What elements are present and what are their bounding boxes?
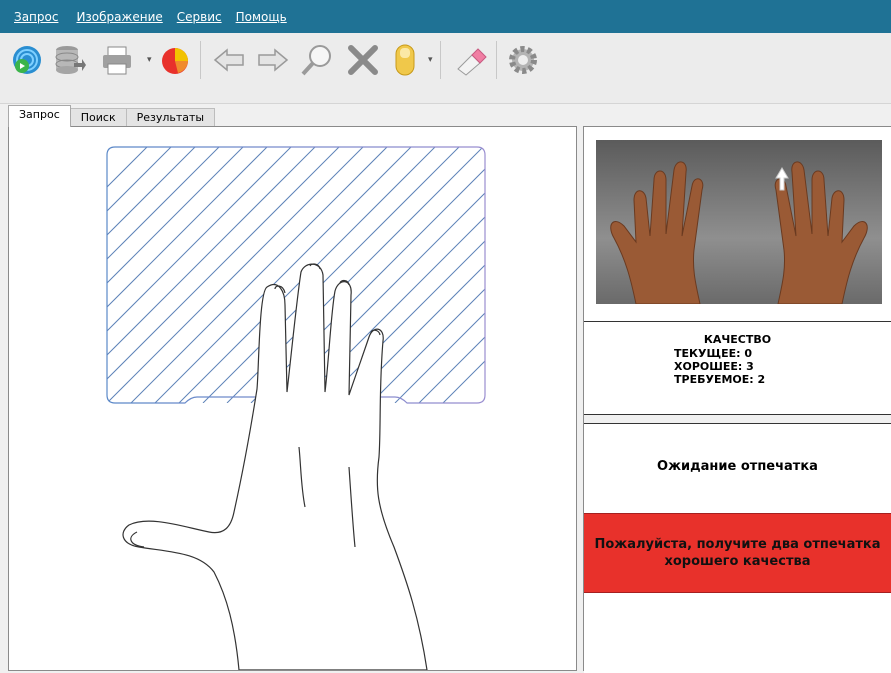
quality-current: ТЕКУЩЕЕ: 0 — [674, 347, 752, 360]
menu-service[interactable]: Сервис — [177, 10, 222, 24]
toolbar-separator — [496, 41, 497, 79]
arrow-right-icon[interactable] — [256, 43, 290, 77]
tab-search[interactable]: Поиск — [69, 108, 127, 127]
quality-required: ТРЕБУЕМОЕ: 2 — [674, 373, 766, 386]
tab-bar: Запрос Поиск Результаты — [8, 105, 216, 127]
eraser-icon[interactable] — [454, 43, 488, 77]
status-box: Ожидание отпечатка Пожалуйста, получите … — [584, 423, 891, 673]
finger-icon[interactable] — [388, 43, 422, 77]
pie-chart-icon[interactable] — [158, 43, 192, 77]
menu-help[interactable]: Помощь — [236, 10, 287, 24]
quality-good: ХОРОШЕЕ: 3 — [674, 360, 754, 373]
gear-icon[interactable] — [506, 43, 540, 77]
delete-icon[interactable] — [346, 43, 380, 77]
info-panel: КАЧЕСТВО ТЕКУЩЕЕ: 0 ХОРОШЕЕ: 3 ТРЕБУЕМОЕ… — [583, 126, 891, 673]
toolbar-separator — [200, 41, 201, 79]
hands-image — [596, 140, 882, 304]
scanner-illustration — [106, 146, 486, 671]
alert-line-2: хорошего качества — [664, 554, 811, 569]
arrow-left-icon[interactable] — [212, 43, 246, 77]
finger-dropdown-icon[interactable]: ▾ — [428, 55, 436, 65]
hands-preview — [584, 127, 891, 322]
alert-line-1: Пожалуйста, получите два отпечатка — [594, 537, 881, 552]
toolbar-separator — [440, 41, 441, 79]
alert-message: Пожалуйста, получите два отпечатка хорош… — [584, 513, 891, 593]
magnify-icon[interactable] — [300, 43, 334, 77]
quality-box: КАЧЕСТВО ТЕКУЩЕЕ: 0 ХОРОШЕЕ: 3 ТРЕБУЕМОЕ… — [584, 322, 891, 415]
toolbar: ▾ ▾ — [0, 33, 891, 104]
tab-results[interactable]: Результаты — [125, 108, 216, 127]
menu-image[interactable]: Изображение — [76, 10, 162, 24]
menu-request[interactable]: Запрос — [14, 10, 58, 24]
menu-bar: Запрос Изображение Сервис Помощь — [0, 0, 891, 33]
print-dropdown-icon[interactable]: ▾ — [147, 55, 155, 65]
print-icon[interactable] — [100, 43, 134, 77]
hand-outline — [122, 263, 428, 671]
scanner-panel — [8, 126, 577, 671]
database-icon[interactable] — [52, 43, 86, 77]
status-waiting: Ожидание отпечатка — [657, 459, 818, 474]
quality-title: КАЧЕСТВО — [703, 333, 772, 346]
fingerprint-scan-icon[interactable] — [10, 43, 44, 77]
tab-request[interactable]: Запрос — [8, 105, 71, 127]
